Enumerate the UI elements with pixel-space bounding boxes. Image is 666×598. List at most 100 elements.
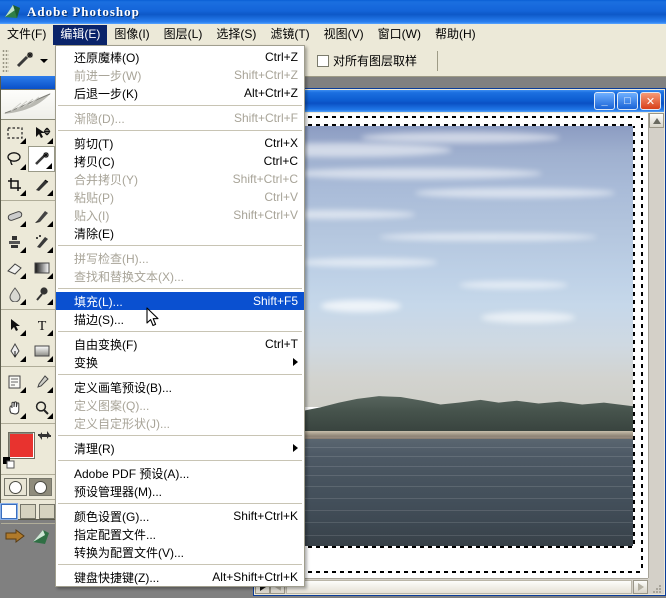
menu-item-transform[interactable]: 变换 [56, 353, 304, 371]
pen-tool[interactable] [1, 338, 28, 364]
menu-item-label: 定义自定形状(J)... [74, 416, 170, 431]
menu-item-assign-profile[interactable]: 指定配置文件... [56, 525, 304, 543]
menu-item-label: 定义画笔预设(B)... [74, 380, 172, 395]
menu-item-copy[interactable]: 拷贝(C) Ctrl+C [56, 152, 304, 170]
eyedropper-tool[interactable] [28, 369, 55, 395]
menu-item-copy-merged[interactable]: 合并拷贝(Y) Shift+Ctrl+C [56, 170, 304, 188]
standard-screen-mode[interactable] [1, 504, 17, 519]
menu-item-label: 后退一步(K) [74, 86, 138, 101]
full-screen-mode[interactable] [39, 504, 55, 519]
menu-item-paste-into[interactable]: 贴入(I) Shift+Ctrl+V [56, 206, 304, 224]
path-selection-tool[interactable] [1, 312, 28, 338]
brush-tool[interactable] [28, 203, 55, 229]
menu-item-label: 还原魔棒(O) [74, 50, 140, 65]
swap-colors-icon[interactable] [38, 429, 51, 444]
hand-tool[interactable] [1, 395, 28, 421]
menu-window[interactable]: 窗口(W) [371, 25, 428, 45]
menu-item-fill[interactable]: 填充(L)... Shift+F5 [56, 292, 304, 310]
menu-item-define-pattern[interactable]: 定义图案(Q)... [56, 396, 304, 414]
sample-all-layers-checkbox[interactable]: 对所有图层取样 [317, 52, 417, 69]
blur-tool[interactable] [1, 281, 28, 307]
menu-item-step-backward[interactable]: 后退一步(K) Alt+Ctrl+Z [56, 84, 304, 102]
menu-item-step-forward[interactable]: 前进一步(W) Shift+Ctrl+Z [56, 66, 304, 84]
slice-tool[interactable] [28, 172, 55, 198]
menu-layer[interactable]: 图层(L) [157, 25, 210, 45]
history-brush-tool[interactable] [28, 229, 55, 255]
zoom-tool[interactable] [28, 395, 55, 421]
menu-help[interactable]: 帮助(H) [428, 25, 483, 45]
menu-item-paste[interactable]: 粘贴(P) Ctrl+V [56, 188, 304, 206]
jump-to-other-button[interactable] [30, 528, 52, 549]
healing-brush-tool[interactable] [1, 203, 28, 229]
foreground-color-swatch[interactable] [8, 432, 35, 459]
menu-select[interactable]: 选择(S) [209, 25, 263, 45]
menu-item-stroke[interactable]: 描边(S)... [56, 310, 304, 328]
jump-to-imageready-button[interactable] [4, 528, 26, 549]
marquee-tool[interactable] [1, 120, 28, 146]
edit-dropdown-menu: 还原魔棒(O) Ctrl+Z 前进一步(W) Shift+Ctrl+Z 后退一步… [55, 45, 305, 587]
gradient-tool[interactable] [28, 255, 55, 281]
menu-item-preset-manager[interactable]: 预设管理器(M)... [56, 482, 304, 500]
menu-separator [58, 503, 302, 504]
menu-item-label: 自由变换(F) [74, 337, 138, 352]
dodge-tool[interactable] [28, 281, 55, 307]
menu-item-clear[interactable]: 清除(E) [56, 224, 304, 242]
canvas-area[interactable] [255, 113, 648, 578]
menu-item-cut[interactable]: 剪切(T) Ctrl+X [56, 134, 304, 152]
options-bar-grip[interactable] [2, 48, 9, 73]
quick-mask-mode-button[interactable] [29, 478, 52, 496]
menu-image[interactable]: 图像(I) [107, 25, 156, 45]
default-colors-icon[interactable] [3, 457, 15, 469]
menu-item-purge[interactable]: 清理(R) [56, 439, 304, 457]
menu-item-color-settings[interactable]: 颜色设置(G)... Shift+Ctrl+K [56, 507, 304, 525]
vertical-scrollbar[interactable] [648, 113, 664, 578]
menu-edit[interactable]: 编辑(E) [53, 24, 108, 45]
menu-item-define-brush-preset[interactable]: 定义画笔预设(B)... [56, 378, 304, 396]
toolbox-title-bar[interactable] [1, 76, 55, 90]
menu-item-convert-to-profile[interactable]: 转换为配置文件(V)... [56, 543, 304, 561]
magic-wand-icon[interactable] [12, 49, 38, 73]
scroll-right-button[interactable] [633, 579, 648, 594]
magic-wand-tool[interactable] [28, 146, 55, 172]
notes-tool[interactable] [1, 369, 28, 395]
menu-item-keyboard-shortcuts[interactable]: 键盘快捷键(Z)... Alt+Shift+Ctrl+K [56, 568, 304, 586]
lasso-tool[interactable] [1, 146, 28, 172]
menu-item-adobe-pdf-presets[interactable]: Adobe PDF 预设(A)... [56, 464, 304, 482]
menu-item-accel: Shift+Ctrl+K [233, 509, 298, 523]
resize-grip[interactable] [648, 578, 664, 594]
close-button[interactable]: ✕ [640, 92, 661, 110]
clone-stamp-tool[interactable] [1, 229, 28, 255]
document-title-bar[interactable]: ) _ □ ✕ [255, 90, 664, 112]
full-screen-menubar-mode[interactable] [20, 504, 36, 519]
menu-item-check-spelling[interactable]: 拼写检查(H)... [56, 249, 304, 267]
scroll-up-button[interactable] [649, 113, 664, 128]
horizontal-scroll-thumb[interactable] [286, 579, 632, 594]
crop-tool[interactable] [1, 172, 28, 198]
image-canvas[interactable] [268, 124, 635, 548]
minimize-button[interactable]: _ [594, 92, 615, 110]
move-tool[interactable] [28, 120, 55, 146]
menu-separator [58, 105, 302, 106]
menu-item-label: Adobe PDF 预设(A)... [74, 466, 190, 481]
menu-item-undo[interactable]: 还原魔棒(O) Ctrl+Z [56, 48, 304, 66]
menu-filter[interactable]: 滤镜(T) [263, 25, 316, 45]
chevron-down-icon[interactable] [38, 49, 50, 73]
type-tool[interactable]: T [28, 312, 55, 338]
menu-item-fade[interactable]: 渐隐(D)... Shift+Ctrl+F [56, 109, 304, 127]
menu-item-label: 预设管理器(M)... [74, 484, 162, 499]
menu-file[interactable]: 文件(F) [0, 25, 53, 45]
menu-item-find-replace-text[interactable]: 查找和替换文本(X)... [56, 267, 304, 285]
standard-mode-button[interactable] [4, 478, 27, 496]
menu-item-accel: Ctrl+Z [265, 50, 298, 64]
menu-view[interactable]: 视图(V) [317, 25, 371, 45]
document-body [255, 113, 664, 594]
document-window: ) _ □ ✕ [253, 88, 666, 596]
maximize-button[interactable]: □ [617, 92, 638, 110]
menu-item-define-custom-shape[interactable]: 定义自定形状(J)... [56, 414, 304, 432]
menu-separator [58, 374, 302, 375]
sky-region [270, 126, 633, 408]
menu-item-free-transform[interactable]: 自由变换(F) Ctrl+T [56, 335, 304, 353]
shape-tool[interactable] [28, 338, 55, 364]
checkbox-box-sample-all[interactable] [317, 54, 330, 67]
eraser-tool[interactable] [1, 255, 28, 281]
